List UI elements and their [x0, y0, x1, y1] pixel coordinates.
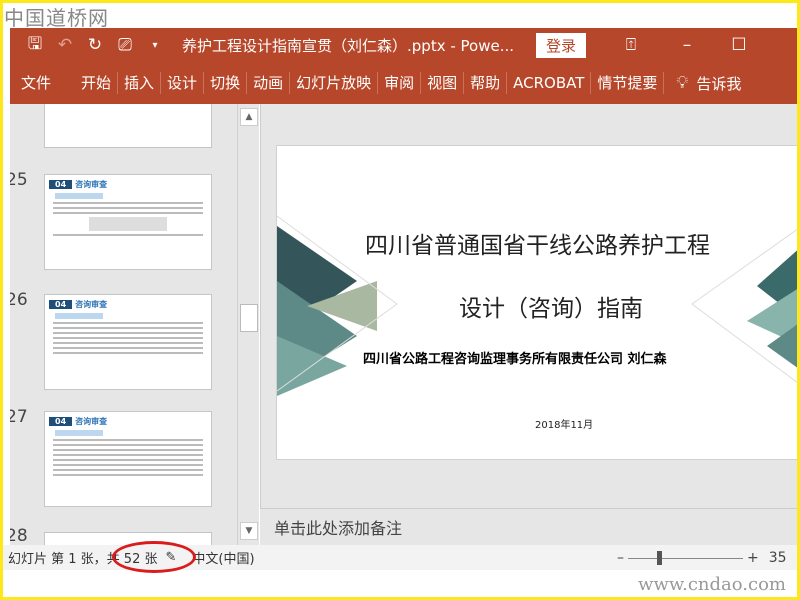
window-title: 养护工程设计指南宣贯（刘仁森）.pptx - Powe... [182, 36, 515, 55]
maximize-icon[interactable]: ☐ [724, 35, 754, 55]
tab-design[interactable]: 设计 [161, 72, 205, 94]
slide-date: 2018年11月 [535, 420, 594, 431]
tab-acrobat[interactable]: ACROBAT [507, 72, 592, 94]
slide-author: 四川省公路工程咨询监理事务所有限责任公司 刘仁森 [363, 352, 667, 367]
lightbulb-icon: 💡︎ [676, 73, 689, 93]
tab-home[interactable]: 开始 [75, 72, 119, 94]
scroll-thumb[interactable] [240, 304, 258, 332]
customize-icon[interactable]: ▾ [140, 40, 170, 51]
slide-thumbnail[interactable]: 04 咨询审查 [44, 411, 212, 507]
zoom-slider[interactable] [628, 550, 743, 565]
tab-file[interactable]: 文件 [10, 72, 57, 94]
zoom-in-button[interactable]: + [747, 550, 759, 566]
slide-number: 26 [10, 290, 28, 310]
tell-me-input[interactable]: 告诉我 [696, 73, 741, 94]
chapter-badge: 04 [49, 180, 73, 189]
ribbon-tabs: 文件 开始 插入 设计 切换 动画 幻灯片放映 审阅 视图 帮助 ACROBAT… [10, 62, 800, 104]
language-indicator[interactable]: 中文(中国) [192, 548, 254, 567]
slide-number: 25 [10, 170, 28, 190]
slide-thumbnail[interactable]: 04 咨询审查 [44, 294, 212, 390]
thumb-heading: 咨询审查 [75, 417, 108, 426]
watermark-top: 中国道桥网 [4, 6, 109, 30]
zoom-level[interactable]: 35 [769, 550, 787, 566]
slide-thumbnail[interactable]: 04 咨询审查 [44, 174, 212, 270]
scroll-up-icon[interactable]: ▲ [240, 108, 258, 126]
slide-number: 28 [10, 526, 28, 545]
title-bar: 🖫 ↶ ↻ ⎚ ▾ 养护工程设计指南宣贯（刘仁森）.pptx - Powe...… [10, 28, 800, 62]
watermark-bottom: www.cndao.com [638, 574, 786, 595]
notes-input[interactable]: 单击此处添加备注 [260, 508, 800, 545]
chapter-badge: 04 [49, 417, 73, 426]
thumbnail-scrollbar[interactable]: ▲ ▼ [237, 104, 259, 545]
save-icon[interactable]: 🖫 [20, 31, 50, 60]
tab-storyboard[interactable]: 情节提要 [591, 72, 665, 94]
slide-editor: 四川省普通国省干线公路养护工程 设计（咨询）指南 四川省公路工程咨询监理事务所有… [260, 104, 800, 545]
thumbnail-pane[interactable]: 25 04 咨询审查 26 04 咨询审查 27 04 咨询审查 28 [10, 104, 237, 545]
thumb-heading: 咨询审查 [75, 180, 108, 189]
present-icon[interactable]: ⎚ [110, 35, 140, 55]
tab-transitions[interactable]: 切换 [204, 72, 248, 94]
slide-subtitle: 设计（咨询）指南 [459, 296, 643, 322]
ribbon-display-icon[interactable]: ⍐ [616, 35, 646, 55]
slide-thumbnail[interactable] [44, 532, 212, 545]
highlight-circle [112, 541, 196, 573]
undo-icon[interactable]: ↶ [50, 35, 80, 55]
current-slide[interactable]: 四川省普通国省干线公路养护工程 设计（咨询）指南 四川省公路工程咨询监理事务所有… [276, 145, 800, 460]
redo-icon[interactable]: ↻ [80, 35, 110, 55]
tab-insert[interactable]: 插入 [118, 72, 162, 94]
tab-help[interactable]: 帮助 [464, 72, 508, 94]
slide-thumbnail-24[interactable] [44, 104, 212, 148]
tab-slideshow[interactable]: 幻灯片放映 [290, 72, 379, 94]
login-button[interactable]: 登录 [536, 32, 587, 58]
slide-title: 四川省普通国省干线公路养护工程 [365, 233, 710, 259]
tab-view[interactable]: 视图 [421, 72, 465, 94]
thumb-heading: 咨询审查 [75, 300, 108, 309]
slide-number: 27 [10, 407, 28, 427]
scroll-down-icon[interactable]: ▼ [240, 522, 258, 540]
tab-review[interactable]: 审阅 [378, 72, 422, 94]
zoom-slider-knob[interactable] [656, 550, 662, 565]
zoom-out-button[interactable]: – [617, 550, 624, 566]
minimize-icon[interactable]: – [672, 35, 702, 55]
chapter-badge: 04 [49, 300, 73, 309]
tab-animations[interactable]: 动画 [247, 72, 291, 94]
zoom-control: – + 35 [617, 550, 787, 566]
